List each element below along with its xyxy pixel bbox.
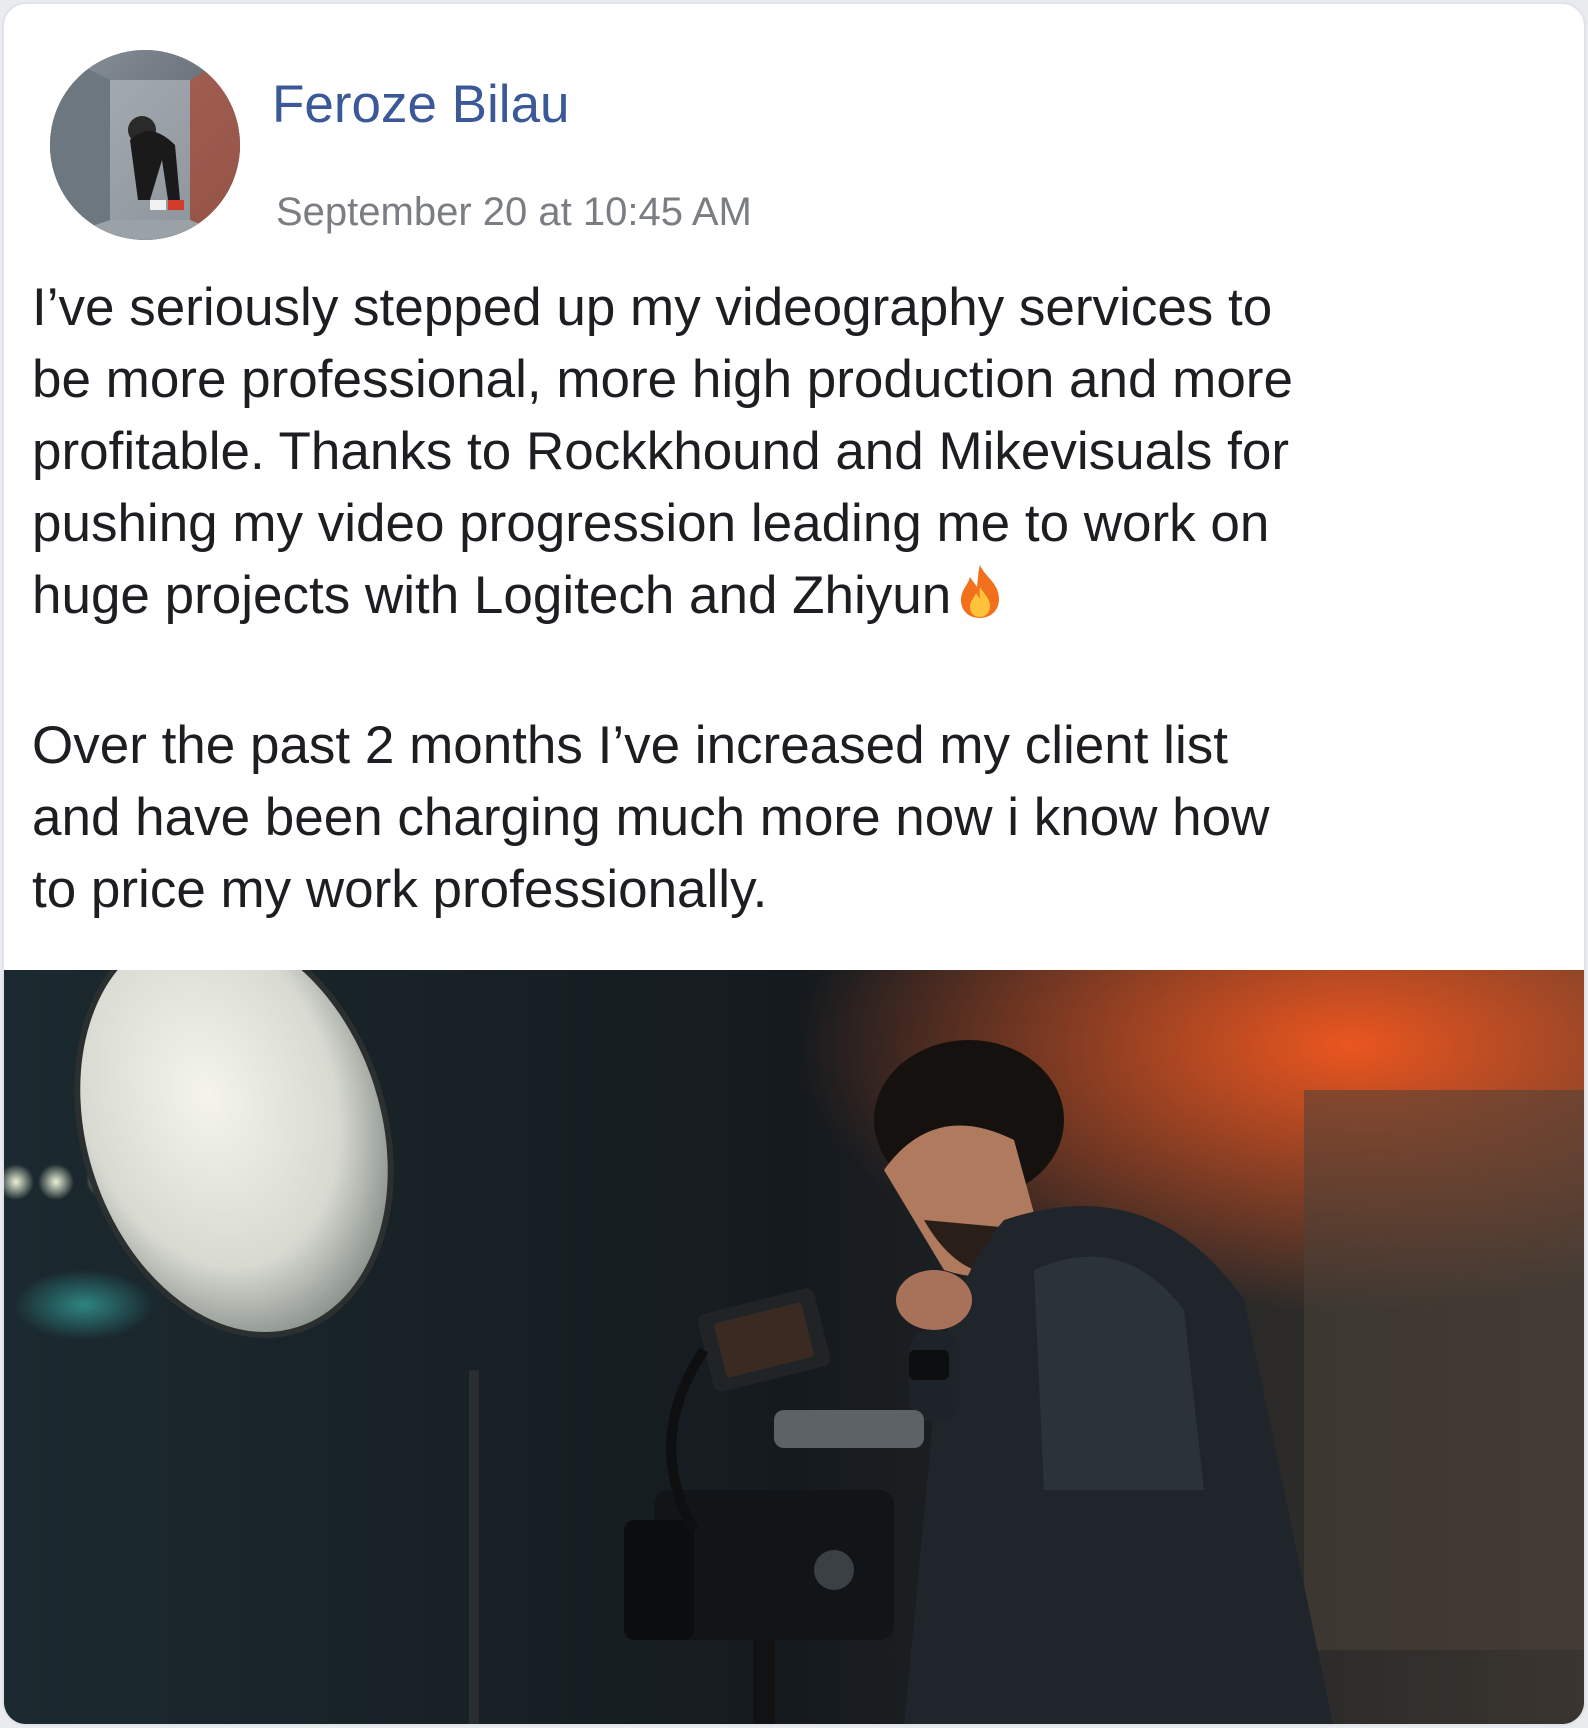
- post-paragraph-2: Over the past 2 months I’ve increased my…: [32, 716, 1270, 919]
- post-card: Feroze Bilau September 20 at 10:45 AM I’…: [2, 2, 1586, 1726]
- avatar-photo: [50, 50, 240, 240]
- post-timestamp[interactable]: September 20 at 10:45 AM: [276, 192, 752, 232]
- author-name[interactable]: Feroze Bilau: [272, 78, 570, 131]
- post-photo[interactable]: [4, 970, 1584, 1724]
- videographer-photo: [4, 970, 1584, 1724]
- post-paragraph-1: I’ve seriously stepped up my videography…: [32, 272, 1572, 638]
- fire-icon: [957, 563, 1003, 638]
- post-header: Feroze Bilau September 20 at 10:45 AM: [48, 48, 1548, 240]
- author-avatar[interactable]: [50, 50, 240, 240]
- post-text-1: I’ve seriously stepped up my videography…: [32, 278, 1293, 625]
- post-body: I’ve seriously stepped up my videography…: [32, 272, 1572, 926]
